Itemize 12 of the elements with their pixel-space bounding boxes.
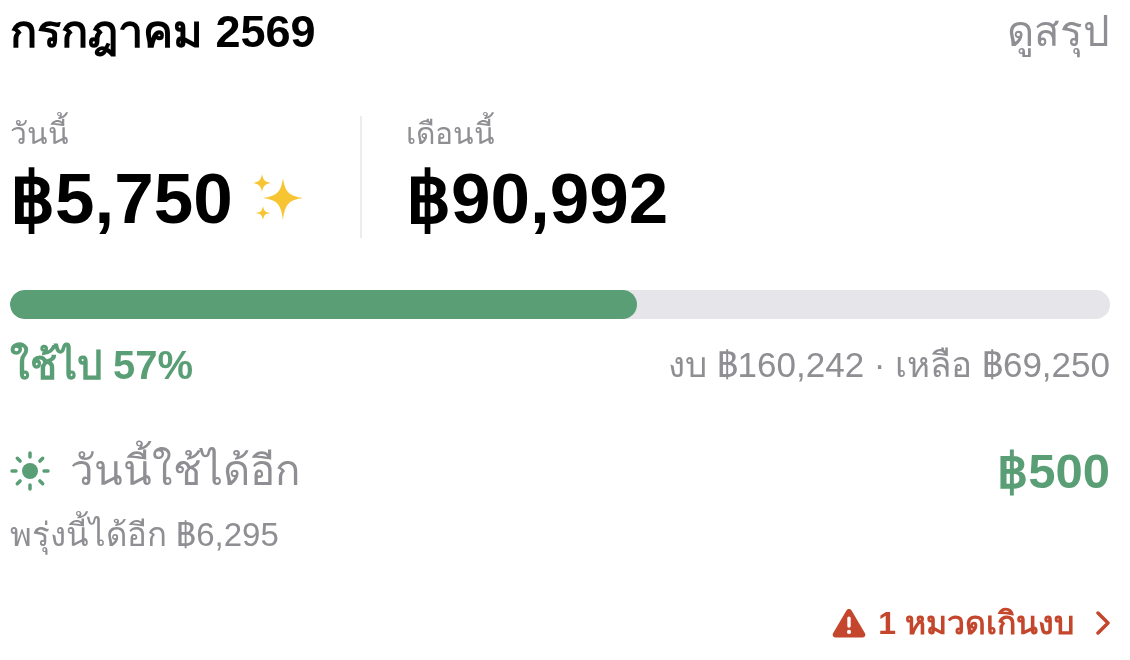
stat-amount: ฿5,750	[10, 164, 233, 234]
sun-icon	[10, 451, 50, 491]
stat-amount: ฿90,992	[406, 164, 669, 234]
today-allowance-amount: ฿500	[997, 443, 1110, 499]
used-percent: ใช้ไป 57%	[10, 341, 194, 389]
summary-link[interactable]: ดูสรุป	[1007, 4, 1110, 60]
chevron-right-icon	[1096, 611, 1110, 635]
warning-icon	[832, 608, 867, 638]
budget-remaining: งบ ฿160,242 · เหลือ ฿69,250	[667, 344, 1110, 386]
tomorrow-allowance: พรุ่งนี้ได้อีก ฿6,295	[10, 513, 279, 557]
month-title: กรกฎาคม 2569	[10, 5, 316, 59]
over-budget-alert[interactable]: 1 หมวดเกินงบ	[832, 603, 1110, 643]
